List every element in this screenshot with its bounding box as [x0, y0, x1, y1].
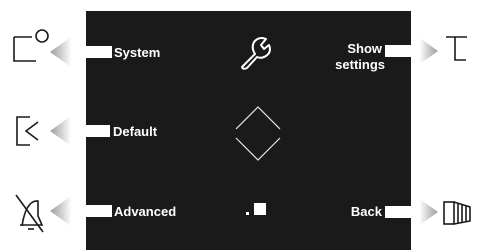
advanced-button[interactable]	[8, 190, 188, 234]
show-settings-button[interactable]	[320, 28, 473, 78]
default-button[interactable]	[8, 110, 178, 152]
back-button[interactable]	[330, 190, 475, 234]
system-button[interactable]	[8, 28, 178, 70]
